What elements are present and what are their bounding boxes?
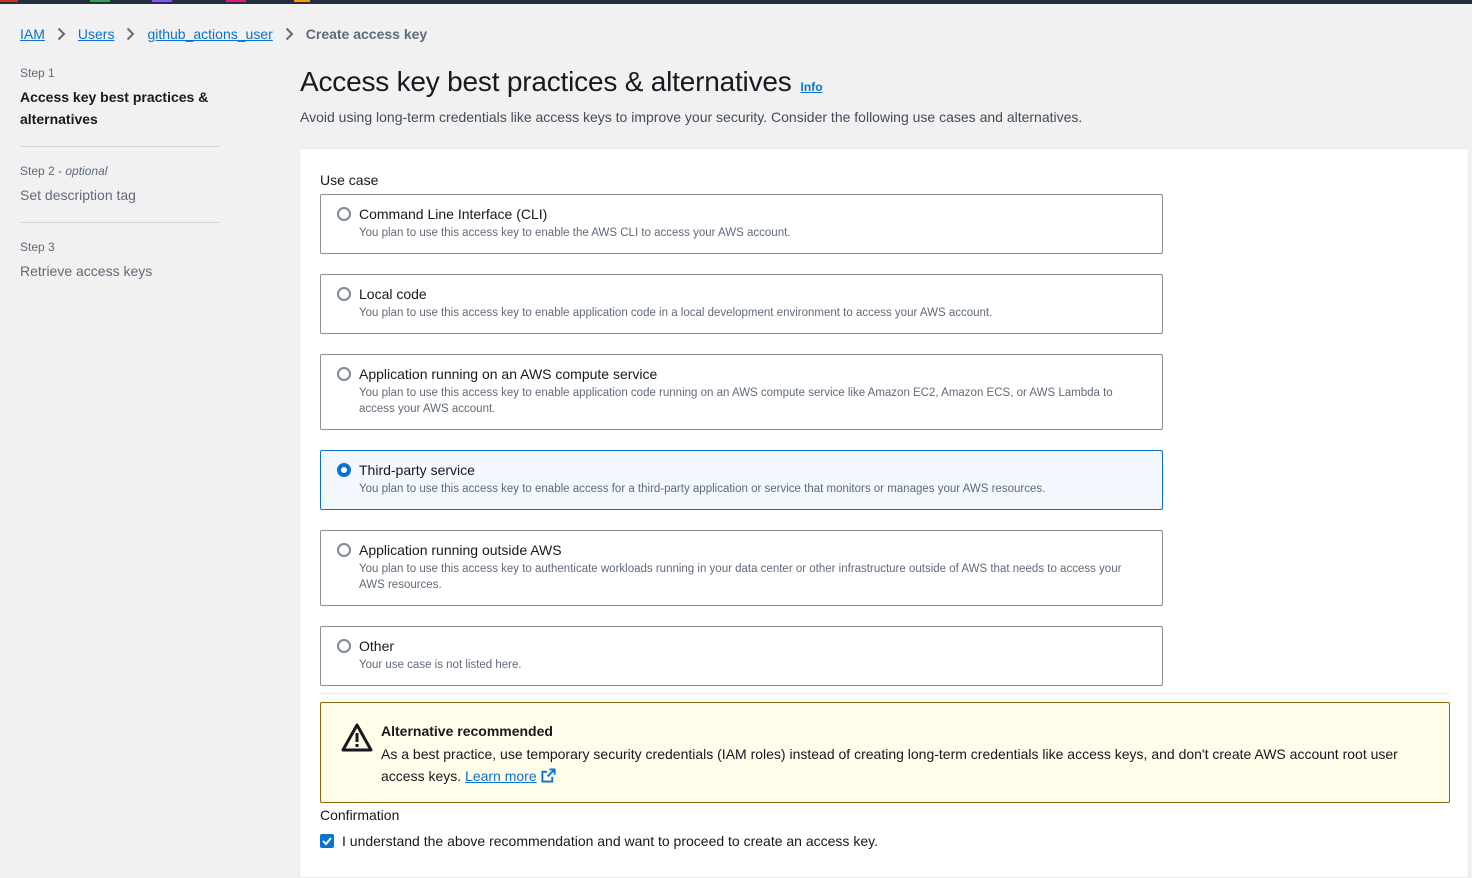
use-case-label: Use case xyxy=(320,172,379,188)
breadcrumb-current: Create access key xyxy=(305,26,428,42)
divider xyxy=(320,693,1450,694)
option-title: Other xyxy=(359,638,395,654)
option-description: Your use case is not listed here. xyxy=(359,659,522,671)
breadcrumb: IAM Users github_actions_user Create acc… xyxy=(20,26,427,42)
confirmation-checkbox[interactable] xyxy=(320,834,334,848)
radio-button-selected[interactable] xyxy=(337,463,351,477)
info-link[interactable]: Info xyxy=(801,80,823,94)
option-description: You plan to use this access key to enabl… xyxy=(359,227,791,239)
use-case-panel: Use case Command Line Interface (CLI) Yo… xyxy=(299,148,1469,878)
alert-body: As a best practice, use temporary securi… xyxy=(381,743,1431,787)
radio-button[interactable] xyxy=(337,639,351,653)
option-description: You plan to use this access key to enabl… xyxy=(359,307,993,319)
alert-alternative-recommended: Alternative recommended As a best practi… xyxy=(320,702,1450,803)
step-title-retrieve-access-keys: Retrieve access keys xyxy=(20,263,153,279)
wizard-step-3: Step 3 Retrieve access keys xyxy=(20,222,220,298)
step-number: Step 1 xyxy=(20,66,55,80)
chevron-right-icon xyxy=(126,27,135,41)
step-number-text: Step 2 xyxy=(20,164,55,178)
radio-button[interactable] xyxy=(337,543,351,557)
top-navigation-bar xyxy=(0,0,1472,4)
confirmation-checkbox-label: I understand the above recommendation an… xyxy=(342,833,878,849)
option-title: Third-party service xyxy=(359,462,475,478)
option-description: You plan to use this access key to enabl… xyxy=(359,483,1046,495)
warning-icon xyxy=(341,723,373,752)
step-number: Step 2 - optional xyxy=(20,164,108,178)
learn-more-link[interactable]: Learn more xyxy=(465,768,537,784)
use-case-option-other[interactable]: Other Your use case is not listed here. xyxy=(320,626,1163,686)
chevron-right-icon xyxy=(285,27,294,41)
radio-button[interactable] xyxy=(337,367,351,381)
wizard-step-1: Step 1 Access key best practices & alter… xyxy=(20,66,220,146)
use-case-option-outside-aws[interactable]: Application running outside AWS You plan… xyxy=(320,530,1163,606)
wizard-step-2: Step 2 - optional Set description tag xyxy=(20,146,220,222)
step-number: Step 3 xyxy=(20,240,55,254)
breadcrumb-link-user[interactable]: github_actions_user xyxy=(147,26,272,42)
step-title-access-key-best-practices: Access key best practices & alternatives xyxy=(20,89,209,127)
page-title: Access key best practices & alternatives xyxy=(300,66,792,97)
alert-title: Alternative recommended xyxy=(381,723,553,739)
radio-button[interactable] xyxy=(337,207,351,221)
breadcrumb-link-iam[interactable]: IAM xyxy=(20,26,45,42)
checkmark-icon xyxy=(322,837,332,846)
step-title-set-description-tag: Set description tag xyxy=(20,187,136,203)
page-header: Access key best practices & alternatives… xyxy=(300,66,823,98)
option-description: You plan to use this access key to enabl… xyxy=(359,387,1113,415)
breadcrumb-link-users[interactable]: Users xyxy=(78,26,115,42)
chevron-right-icon xyxy=(57,27,66,41)
confirmation-checkbox-row[interactable]: I understand the above recommendation an… xyxy=(320,833,878,849)
option-title: Command Line Interface (CLI) xyxy=(359,206,548,222)
option-title: Local code xyxy=(359,286,427,302)
external-link-icon[interactable] xyxy=(541,768,556,783)
page-description: Avoid using long-term credentials like a… xyxy=(300,109,1083,125)
use-case-option-third-party[interactable]: Third-party service You plan to use this… xyxy=(320,450,1163,510)
option-title: Application running on an AWS compute se… xyxy=(359,366,658,382)
confirmation-label: Confirmation xyxy=(320,807,400,823)
step-optional-label: optional xyxy=(65,164,108,178)
use-case-option-local-code[interactable]: Local code You plan to use this access k… xyxy=(320,274,1163,334)
use-case-option-cli[interactable]: Command Line Interface (CLI) You plan to… xyxy=(320,194,1163,254)
radio-button[interactable] xyxy=(337,287,351,301)
option-description: You plan to use this access key to authe… xyxy=(359,563,1122,591)
option-title: Application running outside AWS xyxy=(359,542,562,558)
wizard-steps: Step 1 Access key best practices & alter… xyxy=(20,66,220,298)
use-case-option-aws-compute[interactable]: Application running on an AWS compute se… xyxy=(320,354,1163,430)
